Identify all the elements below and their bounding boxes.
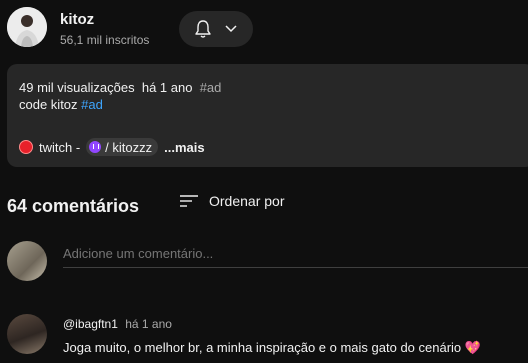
meta-hashtag[interactable]: #ad <box>200 80 222 95</box>
twitch-channel-link[interactable]: / kitozzz <box>86 138 159 156</box>
add-comment-input[interactable] <box>63 244 528 268</box>
channel-name[interactable]: kitoz <box>60 11 94 28</box>
subscriber-count: 56,1 mil inscritos <box>60 33 150 47</box>
description-hashtag-link[interactable]: #ad <box>81 97 103 112</box>
upload-age: há 1 ano <box>141 80 193 95</box>
description-line: code kitoz #ad <box>19 97 103 112</box>
show-more-button[interactable]: ...mais <box>164 140 204 155</box>
description-links: twitch - / kitozzz ...mais <box>19 137 205 157</box>
comment-header: @ibagftn1 há 1 ano <box>63 317 172 331</box>
description-text: code kitoz <box>19 97 78 112</box>
twitch-label: twitch - <box>39 139 81 155</box>
notification-button[interactable] <box>179 11 253 47</box>
heart-emoji: 💖 <box>464 340 481 355</box>
comment-author[interactable]: @ibagftn1 <box>63 317 118 331</box>
channel-avatar[interactable] <box>7 7 47 47</box>
twitch-icon <box>89 141 102 153</box>
sort-icon <box>180 195 198 207</box>
user-avatar <box>7 241 47 281</box>
sort-button[interactable]: Ordenar por <box>179 193 284 209</box>
video-meta: 49 mil visualizações há 1 ano #ad <box>19 80 221 95</box>
twitch-channel-label: / kitozzz <box>105 139 153 155</box>
chevron-down-icon <box>225 25 237 33</box>
commenter-avatar[interactable] <box>7 314 47 354</box>
comment-time[interactable]: há 1 ano <box>125 317 172 331</box>
view-count: 49 mil visualizações <box>19 80 135 95</box>
comment-count: 64 comentários <box>7 196 140 216</box>
channel-avatar-image <box>7 7 47 47</box>
bell-icon <box>195 20 211 38</box>
comment-text: Joga muito, o melhor br, a minha inspira… <box>63 340 481 356</box>
comment-body: Joga muito, o melhor br, a minha inspira… <box>63 340 462 355</box>
live-dot-icon <box>19 140 33 154</box>
sort-label: Ordenar por <box>209 193 285 209</box>
